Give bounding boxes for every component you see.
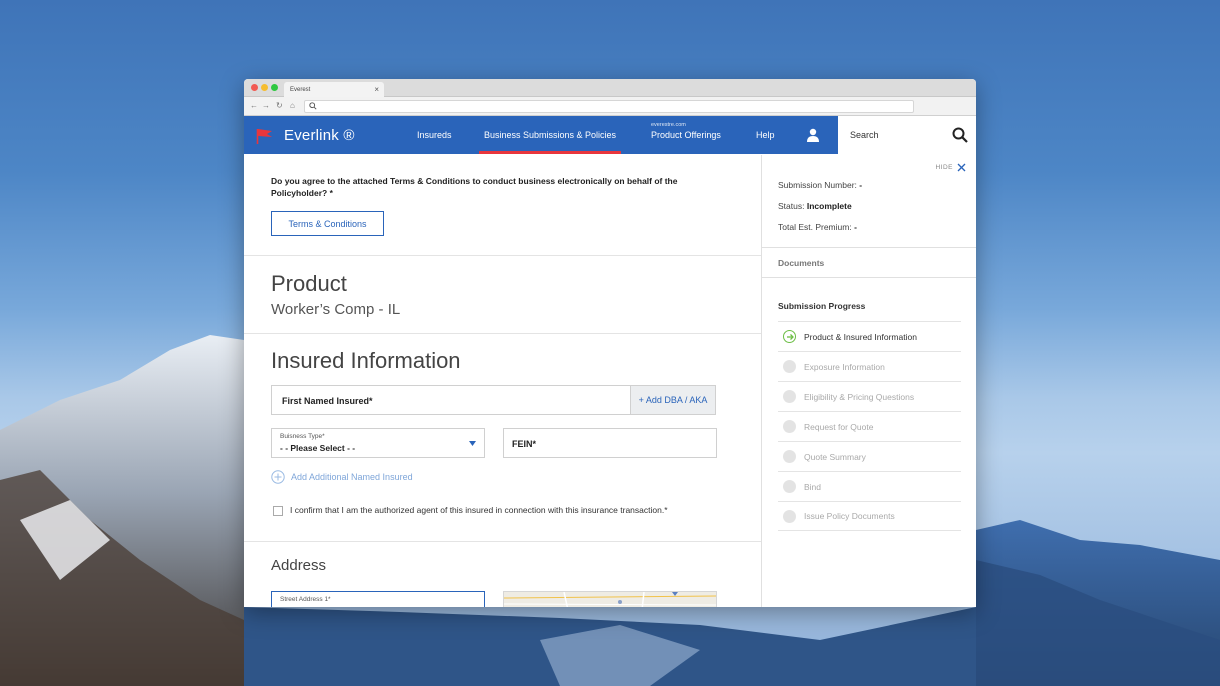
search-input[interactable]: Search (850, 130, 879, 140)
product-value: Worker’s Comp - IL (271, 301, 401, 318)
step-dot-icon (783, 420, 796, 433)
address-map[interactable] (503, 591, 717, 607)
step-label: Product & Insured Information (804, 331, 917, 342)
step-label: Request for Quote (804, 421, 874, 432)
home-icon[interactable]: ⌂ (290, 101, 295, 110)
step-dot-icon (783, 480, 796, 493)
browser-tab[interactable]: Everest × (284, 82, 384, 97)
panel-divider (762, 277, 976, 278)
product-heading: Product (271, 271, 347, 296)
hide-label: HIDE (935, 164, 953, 171)
step-dot-icon (783, 390, 796, 403)
premium-value: - (854, 222, 857, 232)
fein-label: FEIN* (512, 439, 537, 449)
plus-circle-icon (271, 470, 285, 484)
status-label: Status: (778, 201, 805, 211)
brand-name: Everlink ® (284, 127, 355, 144)
address-search-icon (309, 102, 317, 110)
nav-help[interactable]: Help (756, 130, 775, 140)
add-dba-button[interactable]: + Add DBA / AKA (630, 385, 716, 415)
submission-number: Submission Number: - (778, 180, 862, 190)
nav-insureds[interactable]: Insureds (417, 130, 452, 140)
nav-product-offerings-sub: everestre.com (651, 122, 686, 128)
progress-step-request-quote[interactable]: Request for Quote (778, 411, 961, 441)
browser-toolbar: ← → ↻ ⌂ (244, 97, 976, 116)
first-named-insured-field[interactable]: First Named Insured* (271, 385, 631, 415)
step-label: Issue Policy Documents (804, 511, 895, 521)
confirm-agent-checkbox[interactable] (273, 506, 283, 516)
address-bar[interactable] (304, 100, 914, 113)
search-icon[interactable] (952, 127, 968, 143)
progress-step-eligibility[interactable]: Eligibility & Pricing Questions (778, 381, 961, 411)
street-address-field[interactable]: Street Address 1* (271, 591, 485, 607)
main-content: Do you agree to the attached Terms & Con… (244, 155, 761, 607)
terms-conditions-button[interactable]: Terms & Conditions (271, 211, 384, 236)
submission-number-label: Submission Number: (778, 180, 857, 190)
close-icon (957, 163, 966, 172)
map-preview (504, 592, 716, 607)
insured-heading: Insured Information (271, 348, 461, 373)
business-type-label: Buisness Type* (280, 433, 325, 440)
submission-panel: HIDE Submission Number: - Status: Incomp… (761, 155, 976, 607)
confirm-agent-text: I confirm that I am the authorized agent… (290, 505, 668, 515)
terms-question: Do you agree to the attached Terms & Con… (271, 176, 678, 198)
step-label: Quote Summary (804, 451, 866, 462)
progress-step-issue-documents[interactable]: Issue Policy Documents (778, 501, 961, 531)
submission-progress-title: Submission Progress (778, 301, 866, 311)
nav-business-submissions[interactable]: Business Submissions & Policies (478, 130, 622, 154)
step-label: Bind (804, 481, 822, 492)
tab-close-icon[interactable]: × (374, 85, 379, 94)
confirm-agent-row: I confirm that I am the authorized agent… (273, 504, 680, 516)
first-named-insured-label: First Named Insured* (282, 396, 373, 406)
section-divider (244, 333, 761, 334)
business-type-select[interactable]: Buisness Type* - - Please Select - - (271, 428, 485, 458)
submission-status: Status: Incomplete (778, 201, 852, 211)
minimize-window-button[interactable] (261, 84, 268, 91)
app-header: Everlink ® Insureds Business Submissions… (244, 116, 976, 154)
submission-number-value: - (859, 180, 863, 190)
progress-step-quote-summary[interactable]: Quote Summary (778, 441, 961, 471)
search-box[interactable]: Search (838, 116, 976, 154)
progress-step-product-insured[interactable]: Product & Insured Information (778, 321, 961, 351)
user-icon[interactable] (806, 128, 820, 142)
maximize-window-button[interactable] (271, 84, 278, 91)
flag-icon (256, 128, 272, 144)
browser-tab-title: Everest (290, 87, 311, 93)
status-value: Incomplete (806, 201, 852, 211)
reload-icon[interactable]: ↻ (276, 101, 283, 110)
step-arrow-icon (783, 330, 796, 343)
documents-link[interactable]: Documents (778, 258, 824, 268)
step-dot-icon (783, 509, 796, 523)
back-arrow-icon[interactable]: ← (250, 101, 258, 110)
forward-arrow-icon[interactable]: → (262, 101, 270, 110)
street-address-label: Street Address 1* (280, 596, 331, 603)
hide-panel-button[interactable]: HIDE (935, 163, 966, 172)
fein-field[interactable]: FEIN* (503, 428, 717, 458)
panel-divider (762, 247, 976, 248)
address-heading: Address (271, 557, 327, 574)
brand-logo[interactable]: Everlink ® (256, 127, 355, 144)
section-divider (244, 255, 761, 256)
progress-step-exposure[interactable]: Exposure Information (778, 351, 961, 381)
browser-window: Everest × ← → ↻ ⌂ Everlink ® Insureds Bu… (244, 79, 976, 607)
add-named-insured-link[interactable]: Add Additional Named Insured (271, 470, 413, 484)
progress-step-bind[interactable]: Bind (778, 471, 961, 501)
step-label: Eligibility & Pricing Questions (804, 391, 915, 402)
step-dot-icon (783, 450, 796, 463)
step-dot-icon (783, 360, 796, 373)
browser-titlebar: Everest × (244, 79, 976, 97)
business-type-value: - - Please Select - - (280, 443, 356, 453)
close-window-button[interactable] (251, 84, 258, 91)
nav-product-offerings[interactable]: Product Offerings (651, 130, 721, 140)
add-named-insured-label: Add Additional Named Insured (291, 472, 413, 482)
section-divider (244, 541, 761, 542)
premium-label: Total Est. Premium: (778, 222, 852, 232)
chevron-down-icon (469, 441, 476, 446)
total-premium: Total Est. Premium: - (778, 222, 857, 232)
step-label: Exposure Information (804, 361, 885, 372)
